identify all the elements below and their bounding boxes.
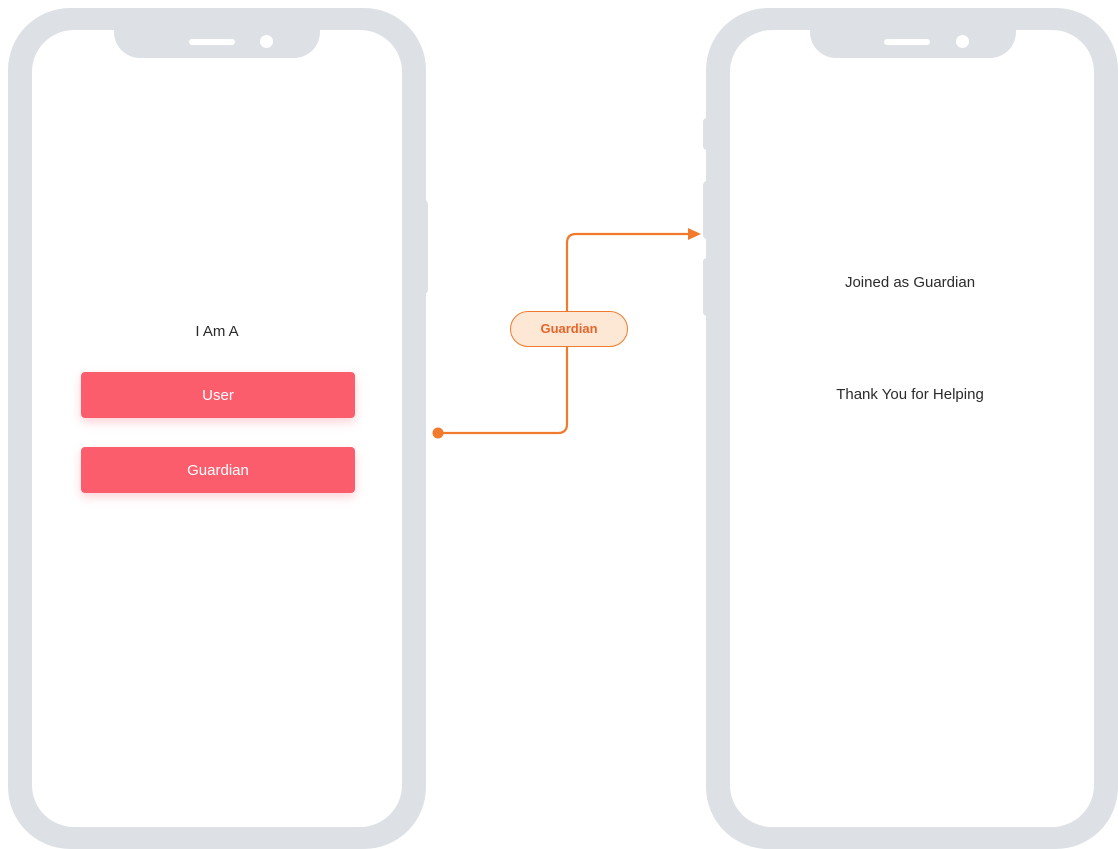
role-prompt-heading: I Am A: [195, 323, 239, 340]
volume-down-button-right: [703, 258, 711, 316]
phone-screen-left: [32, 30, 402, 827]
mute-switch-right: [703, 118, 711, 150]
phone-screen-right: [730, 30, 1094, 827]
phone-notch-left: [114, 8, 320, 58]
joined-message: Joined as Guardian: [844, 274, 976, 291]
flow-start-dot: [432, 427, 444, 439]
speaker-icon: [884, 39, 930, 45]
camera-icon: [260, 35, 273, 48]
phone-frame-left: [8, 8, 426, 849]
volume-up-button-right: [703, 181, 711, 239]
thank-you-message: Thank You for Helping: [836, 386, 984, 403]
camera-icon: [956, 35, 969, 48]
guardian-role-button[interactable]: Guardian: [81, 447, 355, 493]
speaker-icon: [189, 39, 235, 45]
flow-label-pill: Guardian: [510, 311, 628, 347]
phone-notch-right: [810, 8, 1016, 58]
phone-frame-right: [706, 8, 1118, 849]
arrow-head-icon: [688, 228, 701, 240]
user-role-button[interactable]: User: [81, 372, 355, 418]
power-button-left: [420, 200, 428, 294]
